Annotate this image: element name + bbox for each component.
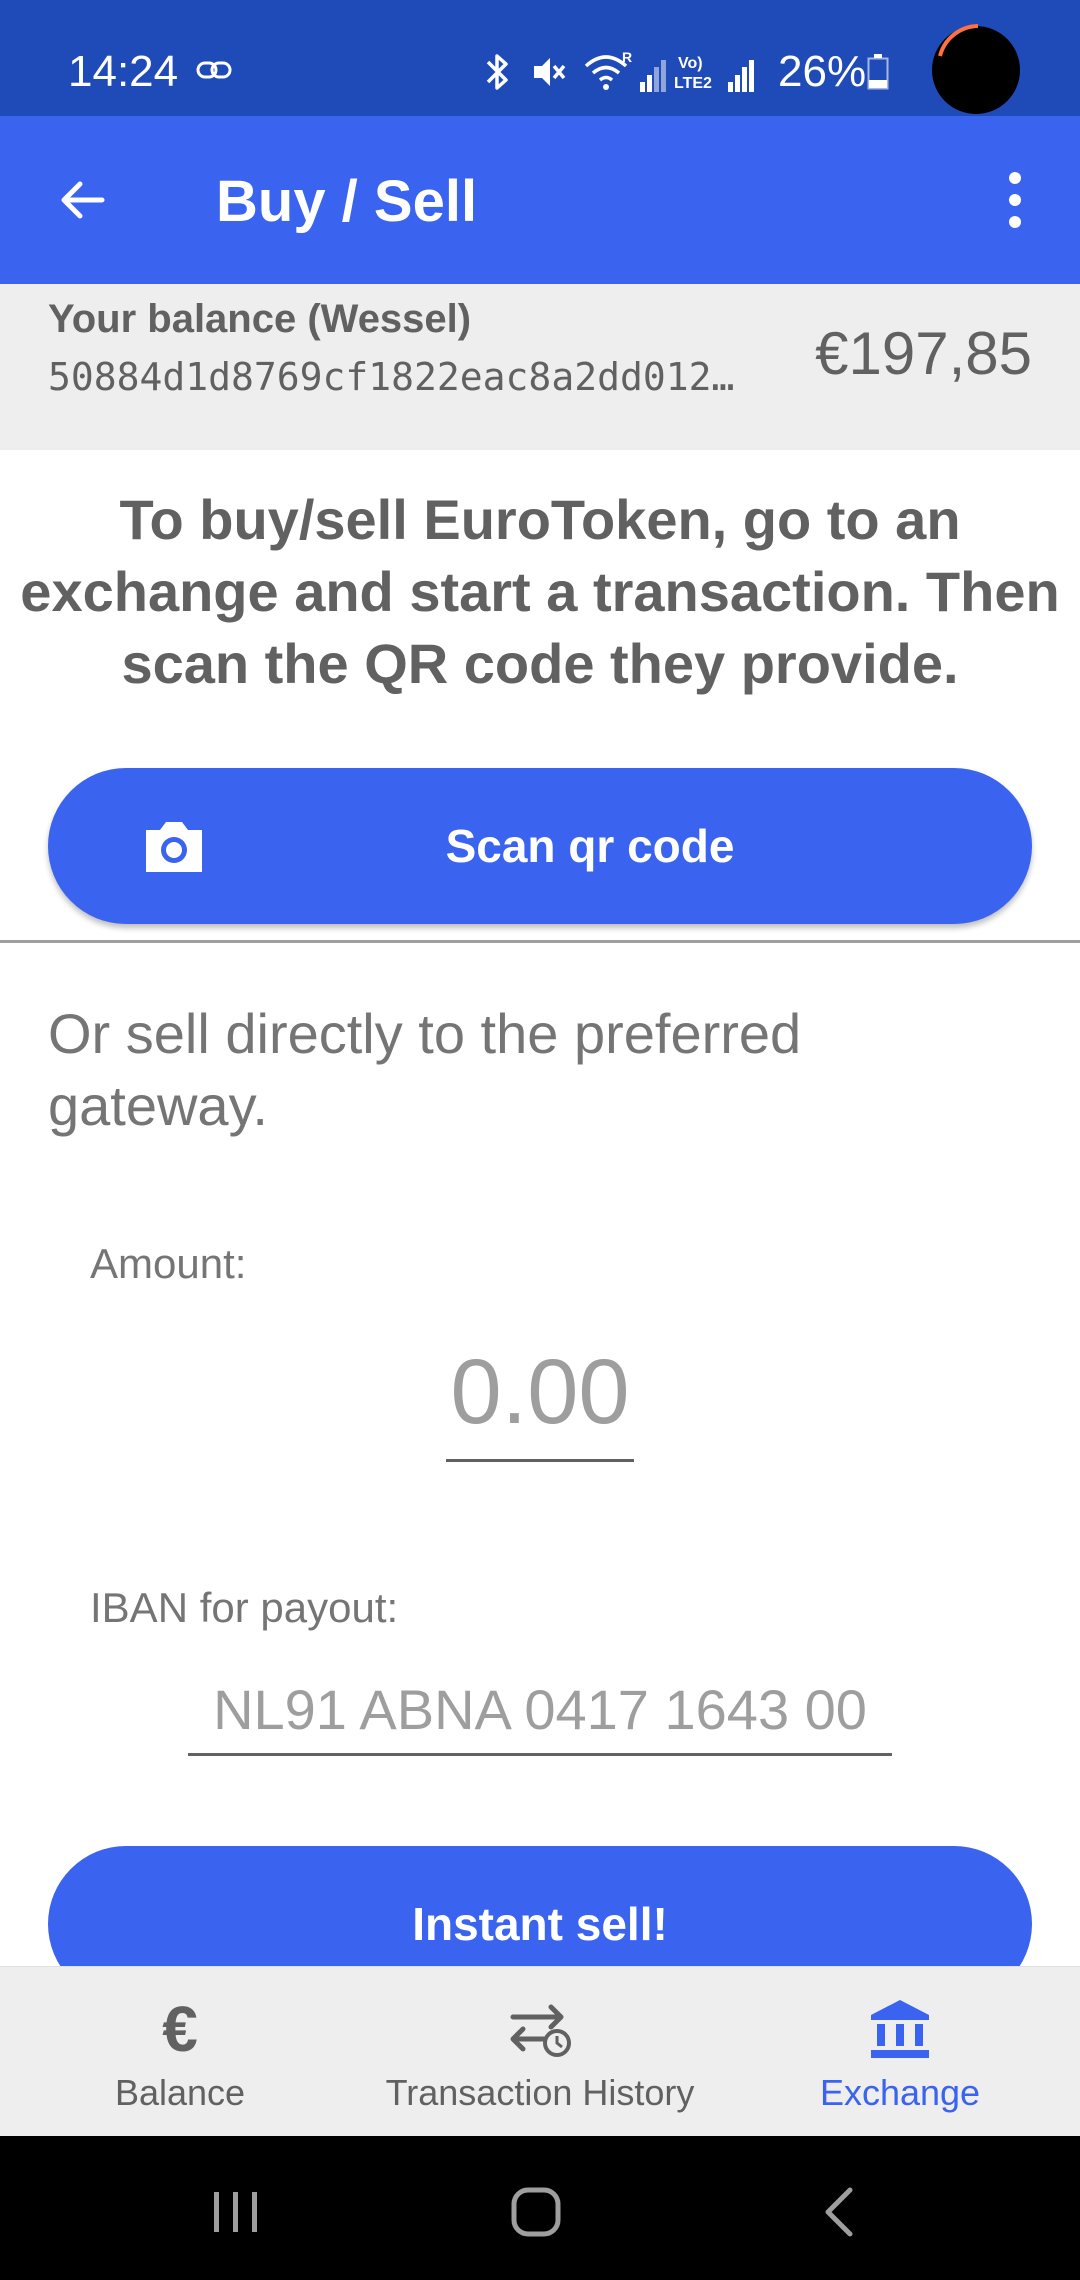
recent-apps-icon[interactable] [196,2172,276,2252]
nav-item-balance[interactable]: € Balance [80,1967,280,2137]
volte-icon: Vo) LTE2 [674,55,712,92]
more-options-button[interactable] [980,156,1050,244]
sell-direct-text: Or sell directly to the preferred gatewa… [48,1002,802,1137]
wifi-icon: R [584,50,632,90]
signal-icon-1 [640,60,666,92]
nav-label-exchange: Exchange [819,2072,981,2113]
status-time: 14:24 [68,47,179,96]
status-bar: 14:24 R Vo) LTE2 26% [0,0,1080,116]
more-vert-icon [1009,172,1021,184]
iban-input[interactable]: NL91 ABNA 0417 1643 00 [188,1670,892,1756]
battery-icon [867,54,889,90]
amount-label: Amount: [90,1240,247,1287]
nav-item-transaction-history[interactable]: Transaction History [360,1967,720,2137]
bank-icon [860,1997,940,2061]
iban-label: IBAN for payout: [90,1584,399,1631]
mute-icon [534,58,566,86]
app-bar: Buy / Sell [0,116,1080,284]
arrow-back-icon [61,181,105,219]
camera-cutout-icon [932,24,1020,114]
balance-header: Your balance (Wessel) 50884d1d8769cf1822… [0,284,1080,450]
bottom-navigation: € Balance Transaction History Exchange [0,1966,1080,2136]
svg-text:LTE2: LTE2 [674,75,712,92]
signal-icon-2 [728,60,754,92]
nav-label-transaction-history: Transaction History [385,2072,695,2113]
back-button[interactable] [38,156,126,244]
system-navigation-bar [0,2136,1080,2280]
balance-amount: €197,85 [815,320,1032,387]
public-key: 50884d1d8769cf1822eac8a2dd012… [48,355,735,399]
back-nav-icon[interactable] [800,2172,880,2252]
scan-qr-button[interactable]: Scan qr code [48,768,1032,924]
bluetooth-icon [486,54,508,90]
transfer-history-icon [500,1997,580,2061]
instructions-text: To buy/sell EuroToken, go to an exchange… [20,488,1060,695]
euro-icon: € [162,1993,198,2065]
nav-item-exchange[interactable]: Exchange [800,1967,1000,2137]
scan-qr-label: Scan qr code [445,820,735,872]
page-title: Buy / Sell [216,169,478,234]
balance-owner-label: Your balance (Wessel) [48,297,472,341]
svg-text:R: R [622,50,632,65]
home-icon[interactable] [496,2172,576,2252]
svg-text:Vo): Vo) [678,55,703,72]
battery-percentage: 26% [778,47,867,96]
nav-label-balance: Balance [114,2072,246,2113]
amount-input[interactable]: 0.00 [446,1338,634,1462]
divider [0,940,1080,943]
link-icon [196,61,232,79]
